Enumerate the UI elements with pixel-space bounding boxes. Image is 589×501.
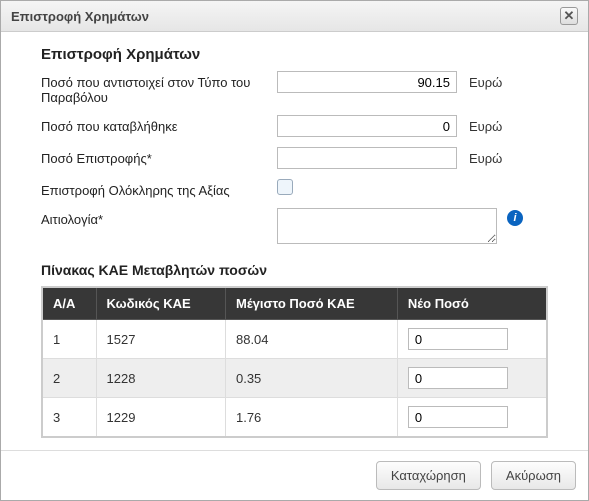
refund-amount-unit: Ευρώ	[463, 147, 502, 166]
cell-max: 1.76	[225, 398, 397, 438]
amount-paid-input[interactable]	[277, 115, 457, 137]
section-title: Επιστροφή Χρημάτων	[41, 46, 548, 63]
close-button[interactable]: ✕	[560, 7, 578, 25]
row-justification: Αιτιολογία* i	[41, 208, 548, 244]
refund-amount-input[interactable]	[277, 147, 457, 169]
table-row: 212280.35	[42, 359, 547, 398]
th-aa: Α/Α	[42, 287, 96, 320]
row-amount-type: Ποσό που αντιστοιχεί στον Τύπο του Παραβ…	[41, 71, 548, 105]
full-refund-label: Επιστροφή Ολόκληρης της Αξίας	[41, 179, 271, 198]
row-amount-paid: Ποσό που καταβλήθηκε Ευρώ	[41, 115, 548, 137]
row-refund-amount: Ποσό Επιστροφής* Ευρώ	[41, 147, 548, 169]
dialog-title: Επιστροφή Χρημάτων	[11, 9, 149, 24]
new-amount-input[interactable]	[408, 406, 508, 428]
justification-label: Αιτιολογία*	[41, 208, 271, 227]
amount-type-label: Ποσό που αντιστοιχεί στον Τύπο του Παραβ…	[41, 71, 271, 105]
cell-new	[397, 359, 547, 398]
th-new: Νέο Ποσό	[397, 287, 547, 320]
th-code: Κωδικός ΚΑΕ	[96, 287, 225, 320]
dialog-titlebar: Επιστροφή Χρημάτων ✕	[1, 1, 588, 32]
cell-max: 0.35	[225, 359, 397, 398]
row-full-refund: Επιστροφή Ολόκληρης της Αξίας	[41, 179, 548, 198]
table-row: 1152788.04	[42, 320, 547, 359]
refund-dialog: Επιστροφή Χρημάτων ✕ Επιστροφή Χρημάτων …	[0, 0, 589, 501]
table-row: 312291.76	[42, 398, 547, 438]
full-refund-checkbox[interactable]	[277, 179, 293, 195]
refund-amount-label: Ποσό Επιστροφής*	[41, 147, 271, 166]
kae-table: Α/Α Κωδικός ΚΑΕ Μέγιστο Ποσό ΚΑΕ Νέο Ποσ…	[41, 286, 548, 438]
amount-type-input[interactable]	[277, 71, 457, 93]
cell-max: 88.04	[225, 320, 397, 359]
amount-paid-label: Ποσό που καταβλήθηκε	[41, 115, 271, 134]
amount-paid-unit: Ευρώ	[463, 115, 502, 134]
cell-new	[397, 398, 547, 438]
dialog-buttonbar: Καταχώρηση Ακύρωση	[1, 451, 588, 500]
cancel-button[interactable]: Ακύρωση	[491, 461, 576, 490]
close-icon: ✕	[564, 8, 575, 24]
info-icon[interactable]: i	[507, 210, 523, 226]
cell-code: 1229	[96, 398, 225, 438]
justification-textarea[interactable]	[277, 208, 497, 244]
cell-code: 1527	[96, 320, 225, 359]
new-amount-input[interactable]	[408, 367, 508, 389]
amount-type-unit: Ευρώ	[463, 71, 502, 90]
new-amount-input[interactable]	[408, 328, 508, 350]
th-max: Μέγιστο Ποσό ΚΑΕ	[225, 287, 397, 320]
cell-aa: 3	[42, 398, 96, 438]
cell-code: 1228	[96, 359, 225, 398]
cell-new	[397, 320, 547, 359]
submit-button[interactable]: Καταχώρηση	[376, 461, 481, 490]
cell-aa: 2	[42, 359, 96, 398]
table-heading: Πίνακας ΚΑΕ Μεταβλητών ποσών	[41, 262, 548, 278]
dialog-content: Επιστροφή Χρημάτων Ποσό που αντιστοιχεί …	[1, 32, 588, 451]
cell-aa: 1	[42, 320, 96, 359]
